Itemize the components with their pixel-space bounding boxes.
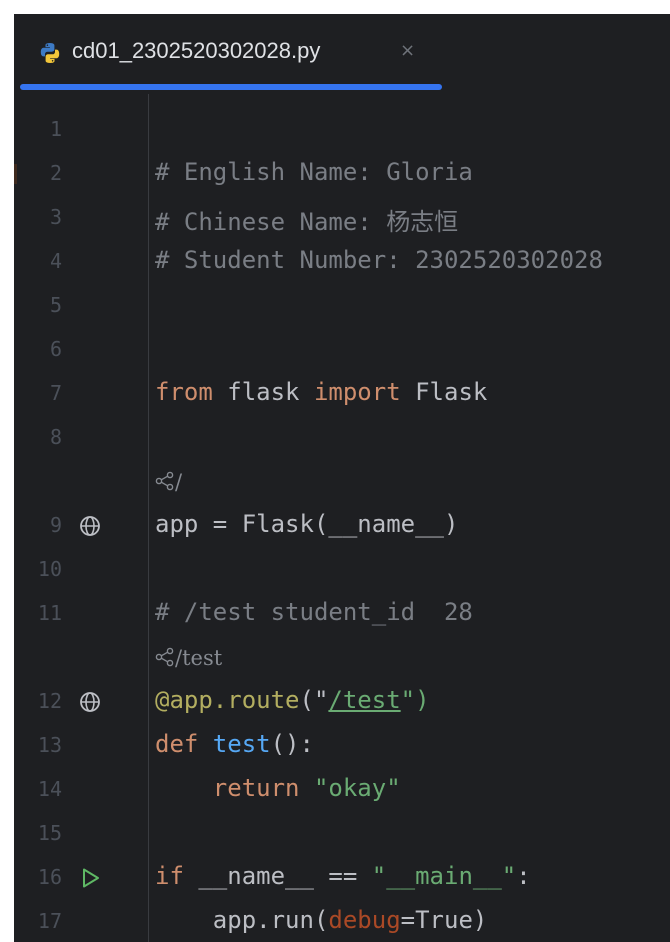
line-number: 12 [37, 689, 62, 713]
code-line: 13 def test(): [14, 724, 670, 768]
line-number: 14 [37, 777, 62, 801]
line-number: 7 [49, 381, 62, 405]
line-number: 6 [49, 337, 62, 361]
line-number: 3 [49, 205, 62, 229]
line-number: 17 [37, 909, 62, 933]
function-name: test [198, 730, 271, 758]
line-number: 5 [49, 293, 62, 317]
tab-close-button[interactable]: × [400, 40, 415, 61]
app-run-call: app.run(debug=True) [155, 906, 488, 934]
main-guard-colon: : [516, 862, 531, 890]
run-icon[interactable] [78, 866, 102, 890]
function-params: (): [270, 730, 314, 758]
line-number: 2 [49, 161, 62, 185]
code-line: 8 [14, 416, 670, 460]
code-line: 5 [14, 284, 670, 328]
tab-cd01-file[interactable]: cd01_2302520302028.py × [14, 14, 442, 94]
route-close: ") [401, 686, 430, 714]
endpoint-hint[interactable]: / [155, 470, 182, 494]
share-icon [155, 647, 174, 667]
route-open: (" [300, 686, 329, 714]
line-number: 8 [49, 425, 62, 449]
endpoint-inlay-hint[interactable]: / [14, 460, 670, 504]
keyword-import: import [313, 378, 401, 406]
line-number: 10 [37, 557, 62, 581]
line-number: 15 [37, 821, 62, 845]
line-number: 11 [37, 601, 62, 625]
line-number: 1 [49, 117, 62, 141]
app-run-open: app.run( [155, 906, 329, 934]
app-assignment: app = Flask(__name__) [155, 510, 459, 538]
keyword-if: if [155, 862, 184, 890]
code-line: 15 [14, 812, 670, 856]
tab-title: cd01_2302520302028.py [72, 38, 321, 63]
code-line: 14 return "okay" [14, 768, 670, 812]
code-line: 10 [14, 548, 670, 592]
code-line: 2 # English Name: Gloria [14, 152, 670, 196]
share-icon [155, 471, 174, 491]
main-string: "__main__" [371, 862, 517, 890]
route-link[interactable]: /test [328, 686, 400, 714]
endpoint-hint[interactable]: /test [155, 646, 222, 670]
python-file-icon [40, 43, 60, 63]
imported-name: Flask [400, 378, 488, 406]
comment-route: # /test student_id 28 [155, 598, 473, 626]
web-endpoint-icon[interactable] [78, 514, 102, 538]
route-open-paren: (" [299, 686, 329, 714]
app-run-close: =True) [400, 906, 488, 934]
function-definition: def test(): [155, 730, 314, 758]
code-line: 1 [14, 108, 670, 152]
route-close-paren: ") [400, 686, 430, 714]
keyword-return: return [155, 774, 300, 802]
import-statement: from flask import Flask [155, 378, 487, 406]
line-number: 13 [37, 733, 62, 757]
code-line: 16 if __name__ == "__main__": [14, 856, 670, 900]
endpoint-hint-text: / [175, 470, 183, 494]
code-line: 12 @app.route("/test") [14, 680, 670, 724]
code-line: 17 app.run(debug=True) [14, 900, 670, 942]
active-tab-indicator [20, 84, 442, 90]
code-line: 3 # Chinese Name: 杨志恒 [14, 196, 670, 240]
code-editor[interactable]: 1 2 # English Name: Gloria 3 # Chinese N… [14, 94, 670, 942]
module-name: flask [212, 378, 314, 406]
line-number: 4 [49, 249, 62, 273]
editor-window: cd01_2302520302028.py × 1 2 # English Na… [14, 14, 670, 942]
code-line: 9 app = Flask(__name__) [14, 504, 670, 548]
debug-param: debug [328, 906, 401, 934]
route-decorator: @app.route("/test") [155, 686, 430, 714]
code-line: 4 # Student Number: 2302520302028 [14, 240, 670, 284]
keyword-from: from [155, 378, 213, 406]
endpoint-hint-text: /test [175, 646, 223, 670]
main-guard-condition: __name__ == [183, 862, 372, 890]
code-line: 11 # /test student_id 28 [14, 592, 670, 636]
code-line: 7 from flask import Flask [14, 372, 670, 416]
decorator: @app.route [155, 686, 300, 714]
return-statement: return "okay" [155, 774, 401, 802]
web-endpoint-icon[interactable] [78, 690, 102, 714]
code-line: 6 [14, 328, 670, 372]
return-string: "okay" [299, 774, 401, 802]
endpoint-inlay-hint[interactable]: /test [14, 636, 670, 680]
line-number: 16 [37, 865, 62, 889]
tab-bar: cd01_2302520302028.py × [14, 14, 670, 94]
comment-english-name: # English Name: Gloria [155, 158, 473, 186]
comment-student-number: # Student Number: 2302520302028 [155, 246, 603, 274]
line-number: 9 [49, 513, 62, 537]
comment-chinese-name: # Chinese Name: 杨志恒 [155, 208, 459, 236]
keyword-def: def [155, 730, 199, 758]
main-guard: if __name__ == "__main__": [155, 862, 531, 890]
